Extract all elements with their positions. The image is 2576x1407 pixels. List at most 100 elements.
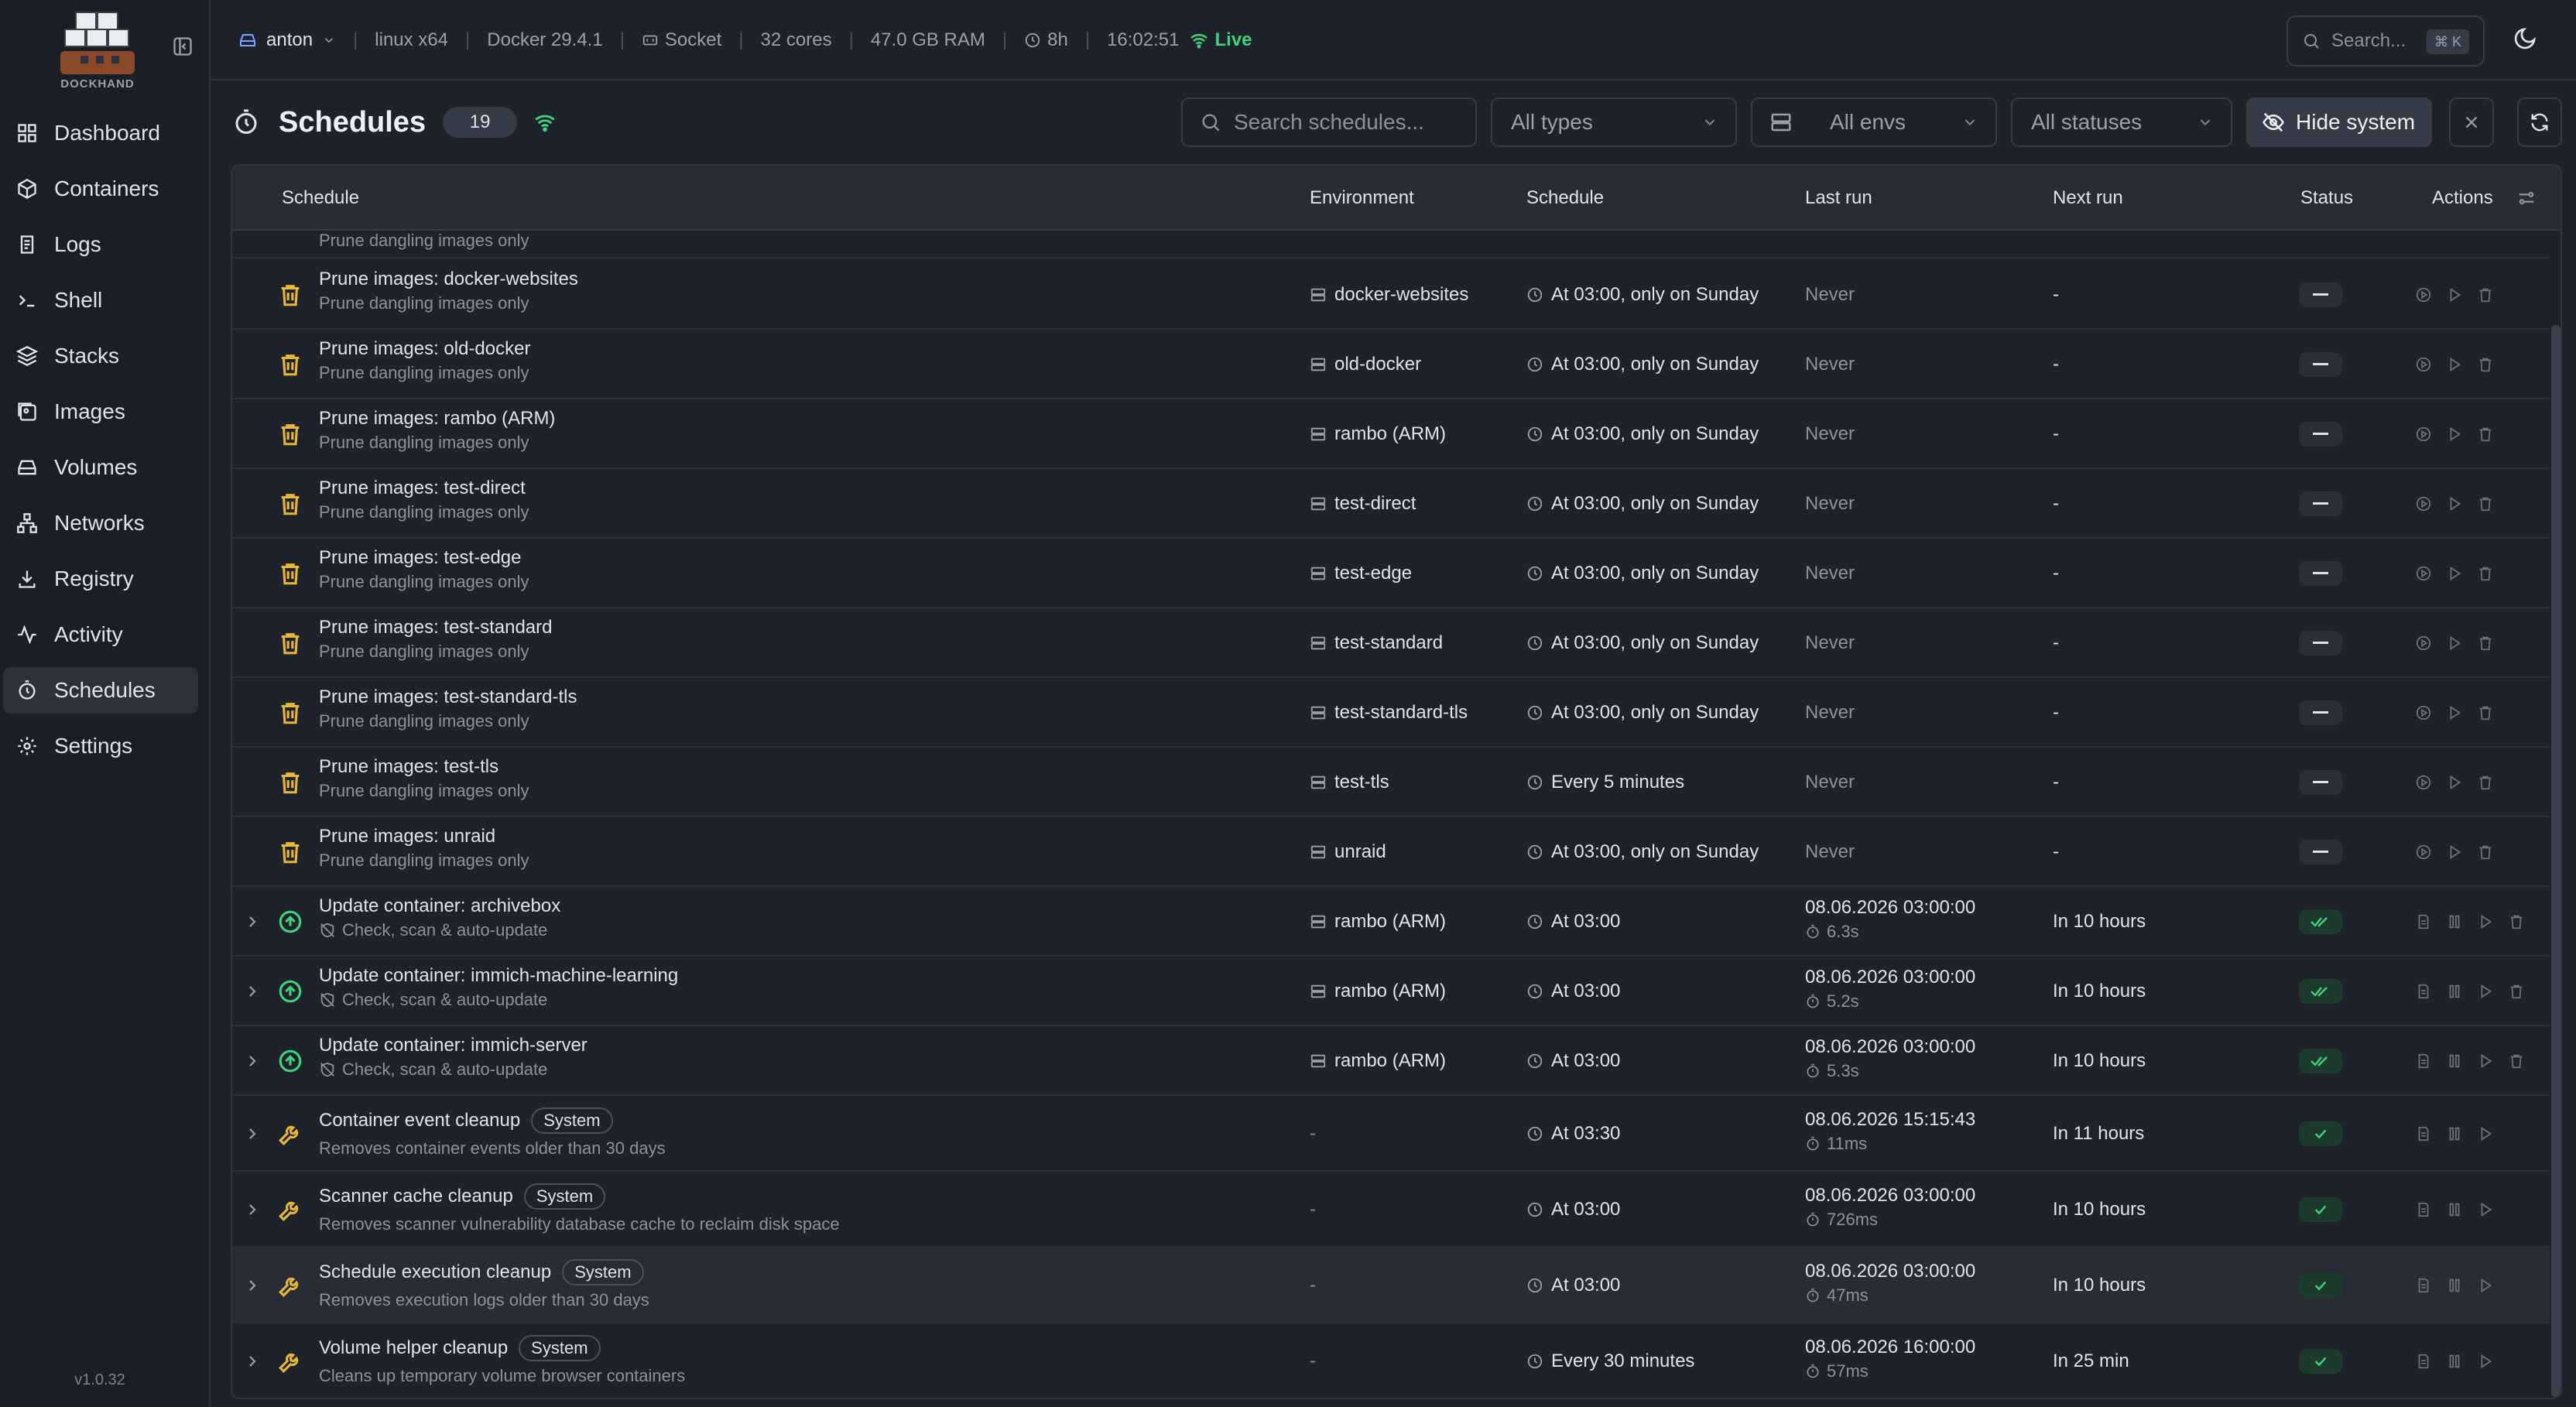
delete-icon[interactable] xyxy=(2477,426,2494,443)
sidebar-item-stacks[interactable]: Stacks xyxy=(3,333,198,379)
clear-filters-button[interactable] xyxy=(2449,98,2494,147)
delete-icon[interactable] xyxy=(2477,774,2494,791)
table-row[interactable]: Prune images: test-tls Prune dangling ima… xyxy=(232,748,2550,817)
run-now-icon[interactable] xyxy=(2446,495,2463,512)
run-now-icon[interactable] xyxy=(2446,635,2463,652)
sidebar-item-activity[interactable]: Activity xyxy=(3,611,198,658)
sidebar-item-shell[interactable]: Shell xyxy=(3,277,198,324)
run-now-icon[interactable] xyxy=(2477,1125,2494,1142)
sidebar-item-images[interactable]: Images xyxy=(3,389,198,435)
table-row[interactable]: Prune images: test-edge Prune dangling im… xyxy=(232,539,2550,608)
run-now-icon[interactable] xyxy=(2477,983,2494,1000)
enable-toggle-icon[interactable] xyxy=(2415,844,2432,861)
delete-icon[interactable] xyxy=(2508,913,2525,930)
logs-icon[interactable] xyxy=(2415,913,2432,930)
table-row[interactable]: Scanner cache cleanup System Removes scann… xyxy=(232,1172,2550,1248)
pause-icon[interactable] xyxy=(2446,1053,2463,1070)
pause-icon[interactable] xyxy=(2446,1201,2463,1218)
run-now-icon[interactable] xyxy=(2446,286,2463,303)
sidebar-item-schedules[interactable]: Schedules xyxy=(3,667,198,714)
table-row[interactable]: Prune images: docker-websites Prune dangl… xyxy=(232,260,2550,330)
chevron-right-icon[interactable] xyxy=(243,1276,262,1295)
enable-toggle-icon[interactable] xyxy=(2415,635,2432,652)
run-now-icon[interactable] xyxy=(2477,1353,2494,1370)
delete-icon[interactable] xyxy=(2477,704,2494,721)
delete-icon[interactable] xyxy=(2477,565,2494,582)
logs-icon[interactable] xyxy=(2415,1201,2432,1218)
logs-icon[interactable] xyxy=(2415,1277,2432,1294)
hide-system-button[interactable]: Hide system xyxy=(2246,98,2432,147)
chevron-right-icon[interactable] xyxy=(243,1125,262,1143)
table-row[interactable]: Prune images: test-standard Prune danglin… xyxy=(232,608,2550,678)
pause-icon[interactable] xyxy=(2446,1125,2463,1142)
delete-icon[interactable] xyxy=(2508,1053,2525,1070)
table-row[interactable]: Prune images: old-docker Prune dangling i… xyxy=(232,330,2550,399)
delete-icon[interactable] xyxy=(2477,286,2494,303)
run-now-icon[interactable] xyxy=(2477,1053,2494,1070)
env-filter-select[interactable]: All envs xyxy=(1751,98,1997,147)
logs-icon[interactable] xyxy=(2415,1053,2432,1070)
run-now-icon[interactable] xyxy=(2446,774,2463,791)
enable-toggle-icon[interactable] xyxy=(2415,495,2432,512)
logs-icon[interactable] xyxy=(2415,1353,2432,1370)
theme-toggle-button[interactable] xyxy=(2513,26,2540,54)
sidebar-collapse-button[interactable] xyxy=(170,34,195,59)
delete-icon[interactable] xyxy=(2477,356,2494,373)
run-now-icon[interactable] xyxy=(2446,426,2463,443)
sidebar-item-dashboard[interactable]: Dashboard xyxy=(3,110,198,156)
run-now-icon[interactable] xyxy=(2477,1201,2494,1218)
enable-toggle-icon[interactable] xyxy=(2415,356,2432,373)
delete-icon[interactable] xyxy=(2477,495,2494,512)
table-row[interactable]: Schedule execution cleanup System Removes … xyxy=(232,1248,2550,1323)
sidebar-item-logs[interactable]: Logs xyxy=(3,221,198,268)
column-header-next-run[interactable]: Next run xyxy=(2053,187,2123,209)
run-now-icon[interactable] xyxy=(2446,565,2463,582)
sidebar-item-containers[interactable]: Containers xyxy=(3,166,198,212)
columns-settings-icon[interactable] xyxy=(2516,187,2537,209)
chevron-right-icon[interactable] xyxy=(243,982,262,1001)
enable-toggle-icon[interactable] xyxy=(2415,774,2432,791)
column-header-schedule-expr[interactable]: Schedule xyxy=(1526,187,1604,209)
delete-icon[interactable] xyxy=(2508,983,2525,1000)
chevron-right-icon[interactable] xyxy=(243,1052,262,1070)
table-row[interactable]: Container event cleanup System Removes con… xyxy=(232,1096,2550,1172)
table-row[interactable]: Prune images: unraid Prune dangling image… xyxy=(232,817,2550,887)
chevron-right-icon[interactable] xyxy=(243,1352,262,1371)
table-scrollbar[interactable] xyxy=(2551,325,2561,1398)
table-row[interactable]: Prune images: test-direct Prune dangling … xyxy=(232,469,2550,539)
delete-icon[interactable] xyxy=(2477,844,2494,861)
sidebar-item-settings[interactable]: Settings xyxy=(3,723,198,769)
pause-icon[interactable] xyxy=(2446,983,2463,1000)
pause-icon[interactable] xyxy=(2446,913,2463,930)
chevron-right-icon[interactable] xyxy=(243,1200,262,1219)
sidebar-item-volumes[interactable]: Volumes xyxy=(3,444,198,491)
environment-selector[interactable]: anton xyxy=(238,29,336,51)
pause-icon[interactable] xyxy=(2446,1277,2463,1294)
sidebar-item-networks[interactable]: Networks xyxy=(3,500,198,546)
schedule-search-input[interactable]: Search schedules... xyxy=(1181,98,1477,147)
column-header-environment[interactable]: Environment xyxy=(1310,187,1414,209)
run-now-icon[interactable] xyxy=(2477,913,2494,930)
column-header-status[interactable]: Status xyxy=(2300,187,2353,209)
table-row[interactable]: Prune images: test-standard-tls Prune dan… xyxy=(232,678,2550,748)
table-row[interactable]: Volume helper cleanup System Cleans up tem… xyxy=(232,1323,2550,1398)
logs-icon[interactable] xyxy=(2415,1125,2432,1142)
pause-icon[interactable] xyxy=(2446,1353,2463,1370)
status-filter-select[interactable]: All statuses xyxy=(2011,98,2232,147)
run-now-icon[interactable] xyxy=(2477,1277,2494,1294)
enable-toggle-icon[interactable] xyxy=(2415,565,2432,582)
run-now-icon[interactable] xyxy=(2446,704,2463,721)
column-header-schedule[interactable]: Schedule xyxy=(282,187,359,209)
enable-toggle-icon[interactable] xyxy=(2415,704,2432,721)
table-row[interactable]: Prune images: rambo (ARM) Prune dangling … xyxy=(232,399,2550,469)
global-search-button[interactable]: Search... ⌘ K xyxy=(2287,15,2485,67)
run-now-icon[interactable] xyxy=(2446,844,2463,861)
chevron-right-icon[interactable] xyxy=(243,912,262,931)
type-filter-select[interactable]: All types xyxy=(1491,98,1737,147)
enable-toggle-icon[interactable] xyxy=(2415,426,2432,443)
logs-icon[interactable] xyxy=(2415,983,2432,1000)
table-row[interactable]: Update container: archivebox Check, scan … xyxy=(232,887,2550,957)
table-row-partial[interactable]: Prune dangling images only xyxy=(232,231,2550,258)
table-row[interactable]: Update container: immich-machine-learnin… xyxy=(232,957,2550,1026)
table-row[interactable]: Update container: immich-server Check, sc… xyxy=(232,1026,2550,1096)
